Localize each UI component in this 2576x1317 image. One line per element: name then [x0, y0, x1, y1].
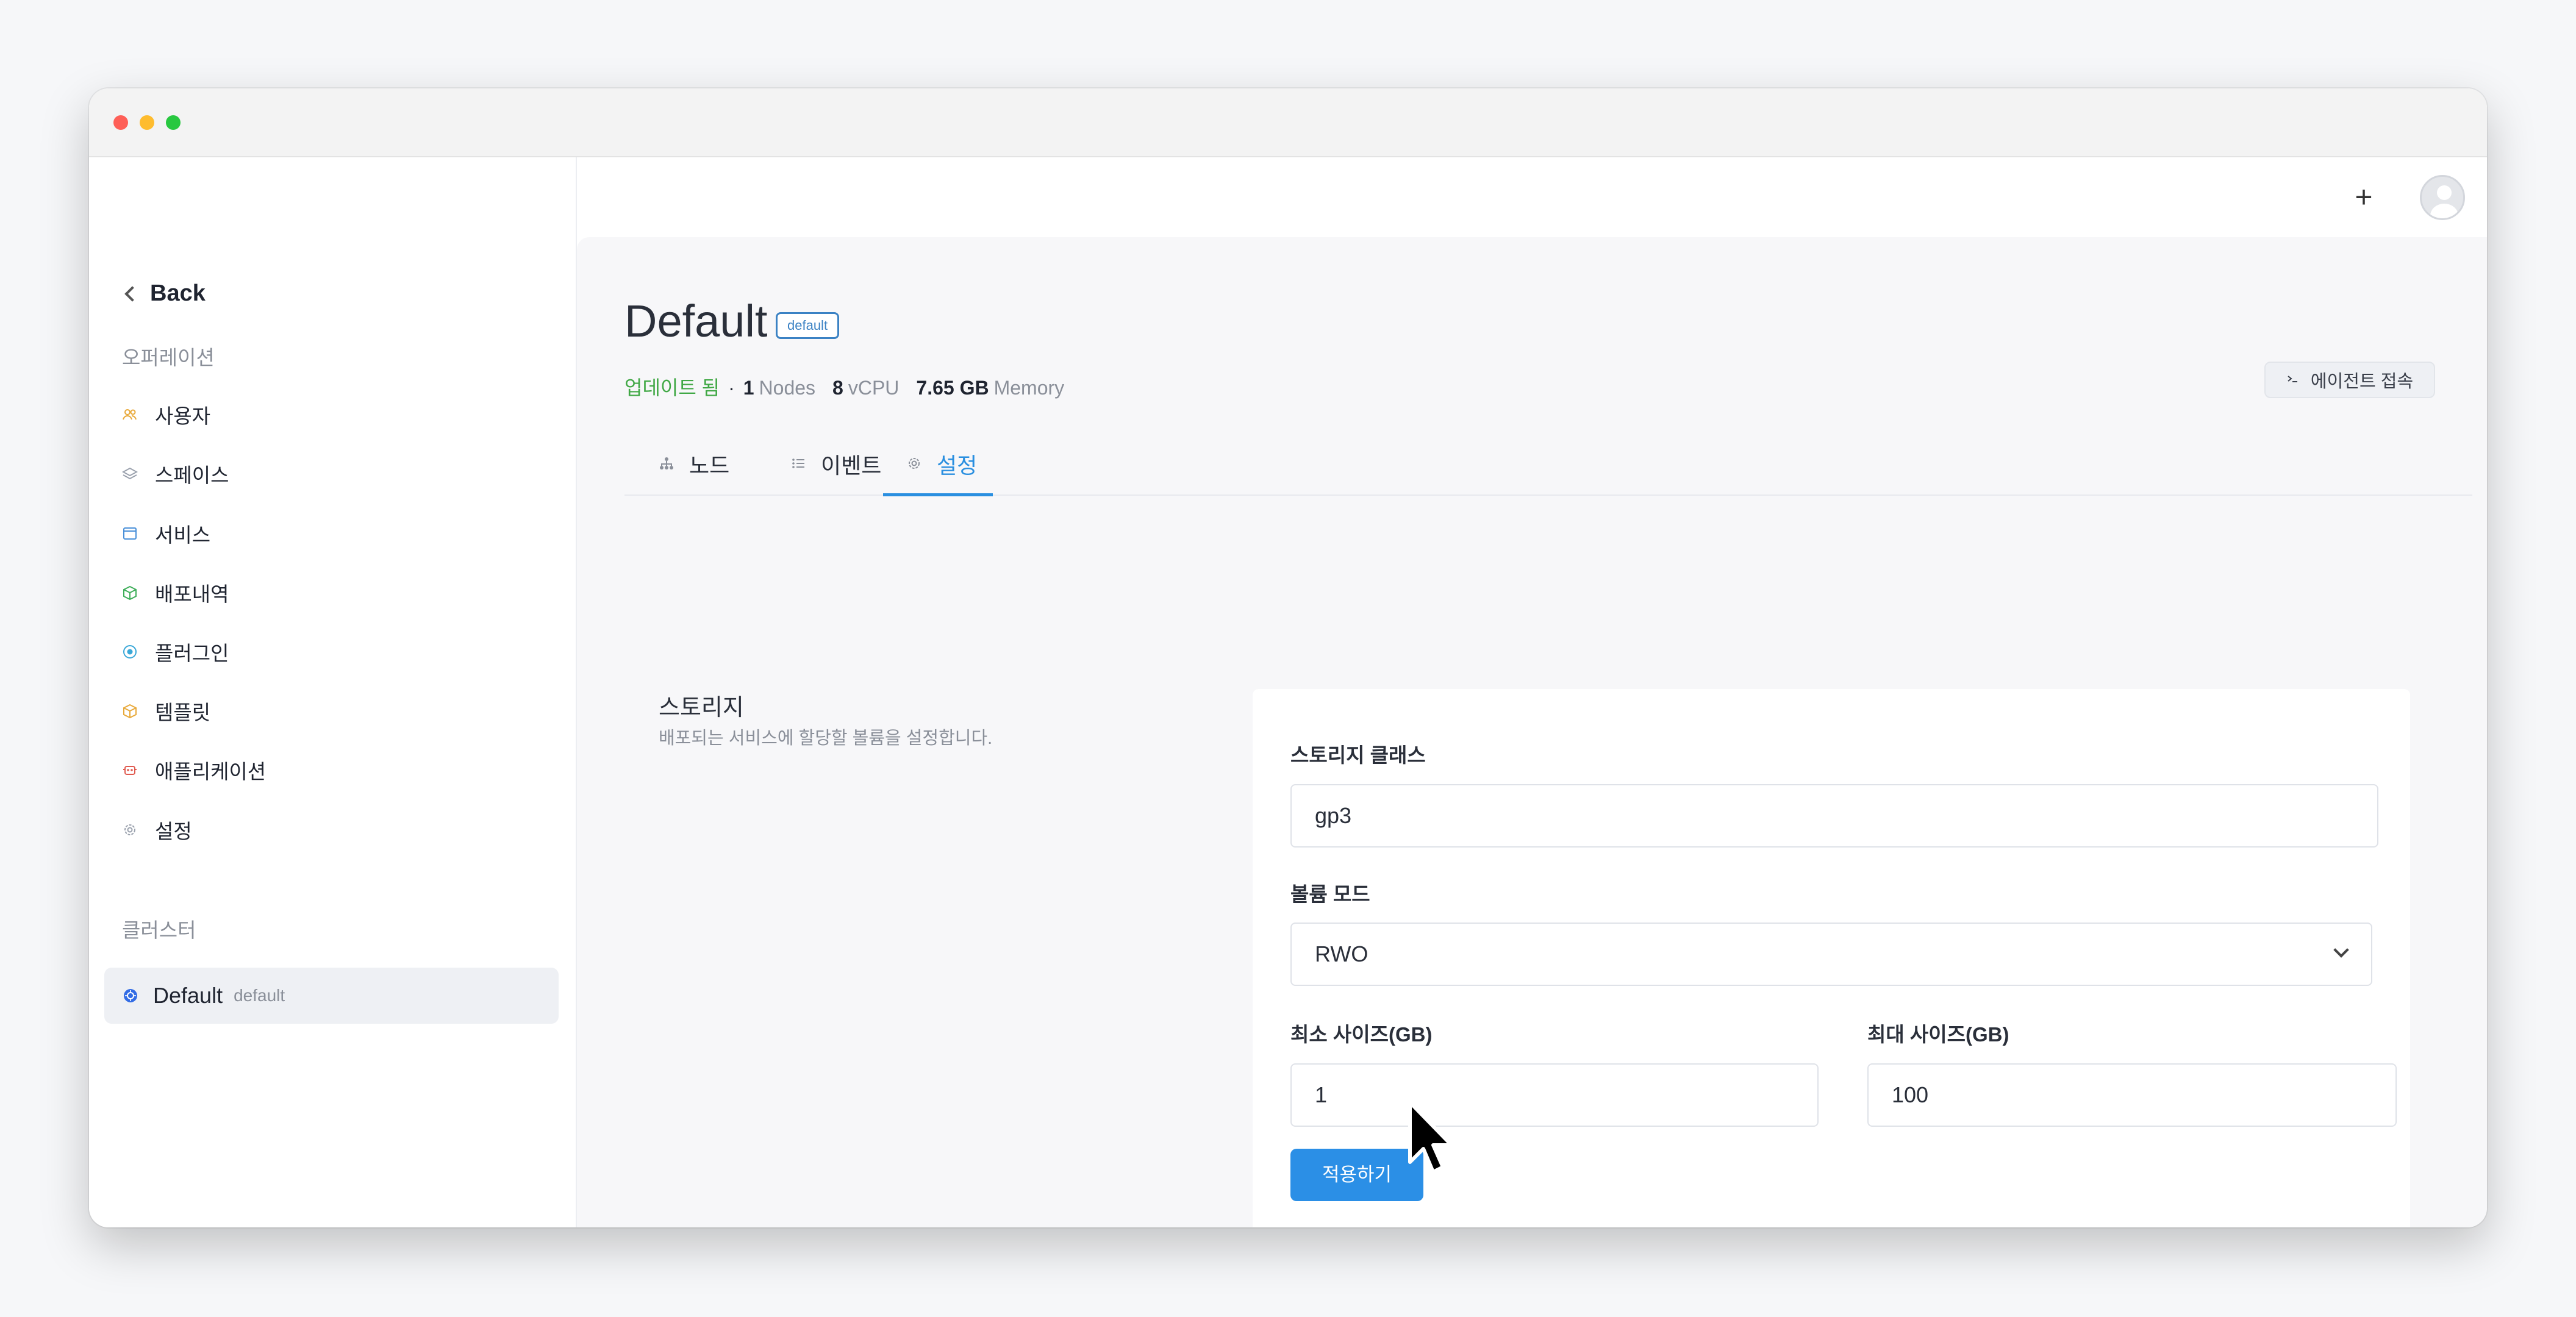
operations-section-title: 오퍼레이션 [122, 346, 215, 369]
clusters-section-title: 클러스터 [122, 919, 196, 941]
users-icon [122, 407, 138, 423]
tab-bar: 노드 이벤트 설정 [624, 432, 2472, 496]
sidebar-item-label: 템플릿 [155, 701, 211, 724]
close-window-button[interactable] [113, 115, 128, 130]
nodes-label: Nodes [759, 377, 816, 399]
vcpu-count: 8 [832, 377, 843, 399]
box-icon [122, 585, 138, 601]
window-icon [122, 526, 138, 541]
layers-icon [122, 466, 138, 482]
active-tab-indicator [883, 493, 993, 496]
status-text: 업데이트 됨 [624, 377, 720, 399]
sidebar-cluster-default[interactable]: Default default [104, 968, 559, 1024]
avatar-head-shape [2437, 185, 2452, 200]
sidebar-item-label: 애플리케이션 [155, 760, 267, 783]
main-content: Default default 업데이트 됨 · 1 Nodes 8 vCPU … [577, 237, 2487, 1227]
max-size-label: 최대 사이즈(GB) [1867, 1023, 2009, 1046]
volume-mode-select[interactable]: RWO [1290, 923, 2372, 986]
sidebar-item-templates[interactable]: 템플릿 [122, 696, 210, 726]
tab-label: 이벤트 [821, 453, 882, 478]
sidebar-item-label: 스페이스 [155, 464, 229, 487]
gear-icon [906, 451, 922, 477]
chevron-left-icon [124, 285, 140, 302]
add-button[interactable]: + [2345, 179, 2382, 215]
robot-icon [122, 762, 138, 778]
storage-section-title: 스토리지 [659, 695, 744, 721]
memory-label: Memory [993, 377, 1065, 399]
sidebar-item-label: 배포내역 [155, 583, 229, 605]
plugin-icon [122, 644, 138, 660]
memory-value: 7.65 GB [916, 377, 989, 399]
maximize-window-button[interactable] [166, 115, 181, 130]
min-size-label: 최소 사이즈(GB) [1290, 1023, 1433, 1046]
vcpu-label: vCPU [848, 377, 900, 399]
sidebar-item-applications[interactable]: 애플리케이션 [122, 755, 266, 785]
sidebar-item-label: 플러그인 [155, 642, 229, 665]
chevron-down-icon [2333, 942, 2349, 958]
sidebar: Back 오퍼레이션 사용자 스페이스 서비스 배포내역 플러그인 템플릿 애플… [89, 157, 577, 1227]
tab-events[interactable]: 이벤트 [790, 432, 881, 496]
kubernetes-icon [123, 988, 138, 1004]
min-size-input[interactable]: 1 [1290, 1063, 1819, 1127]
cluster-name: Default [153, 983, 223, 1008]
tab-settings[interactable]: 설정 [906, 432, 977, 496]
app-window: Back 오퍼레이션 사용자 스페이스 서비스 배포내역 플러그인 템플릿 애플… [89, 88, 2487, 1227]
sidebar-item-plugins[interactable]: 플러그인 [122, 637, 229, 666]
hierarchy-icon [659, 451, 674, 477]
tab-label: 노드 [689, 453, 730, 478]
meta-separator: · [728, 377, 735, 399]
sidebar-item-label: 서비스 [155, 524, 211, 546]
volume-mode-label: 볼륨 모드 [1290, 883, 1370, 905]
gear-icon [122, 822, 138, 838]
cluster-tag: default [234, 986, 285, 1005]
package-icon [122, 703, 138, 719]
page-title: Default [624, 296, 768, 346]
sidebar-item-label: 설정 [155, 820, 192, 843]
sidebar-item-deployments[interactable]: 배포내역 [122, 578, 229, 607]
minimize-window-button[interactable] [140, 115, 154, 130]
storage-class-label: 스토리지 클래스 [1290, 744, 1426, 766]
agent-connect-label: 에이전트 접속 [2310, 372, 2414, 391]
tab-nodes[interactable]: 노드 [659, 432, 729, 496]
title-bar [89, 88, 2487, 157]
max-size-input[interactable]: 100 [1867, 1063, 2397, 1127]
mouse-cursor-icon [1408, 1101, 1453, 1174]
volume-mode-value: RWO [1315, 941, 1368, 966]
cluster-meta: 업데이트 됨 · 1 Nodes 8 vCPU 7.65 GB Memory [624, 373, 1064, 401]
list-icon [790, 451, 806, 477]
avatar[interactable] [2420, 175, 2465, 220]
agent-connect-button[interactable]: 에이전트 접속 [2264, 362, 2435, 398]
tab-label: 설정 [937, 453, 978, 478]
storage-class-input[interactable]: gp3 [1290, 784, 2378, 848]
sidebar-item-label: 사용자 [155, 405, 211, 427]
apply-button[interactable]: 적용하기 [1290, 1149, 1423, 1201]
back-label: Back [150, 280, 206, 306]
storage-section-description: 배포되는 서비스에 할당할 볼륨을 설정합니다. [659, 729, 993, 748]
sidebar-item-services[interactable]: 서비스 [122, 519, 210, 548]
sidebar-item-spaces[interactable]: 스페이스 [122, 459, 229, 488]
nodes-count: 1 [743, 377, 754, 399]
cluster-badge: default [776, 312, 840, 339]
avatar-body-shape [2430, 204, 2458, 218]
back-button[interactable]: Back [122, 280, 206, 307]
sidebar-item-users[interactable]: 사용자 [122, 400, 210, 429]
terminal-icon [2286, 370, 2300, 390]
sidebar-item-settings[interactable]: 설정 [122, 815, 192, 844]
